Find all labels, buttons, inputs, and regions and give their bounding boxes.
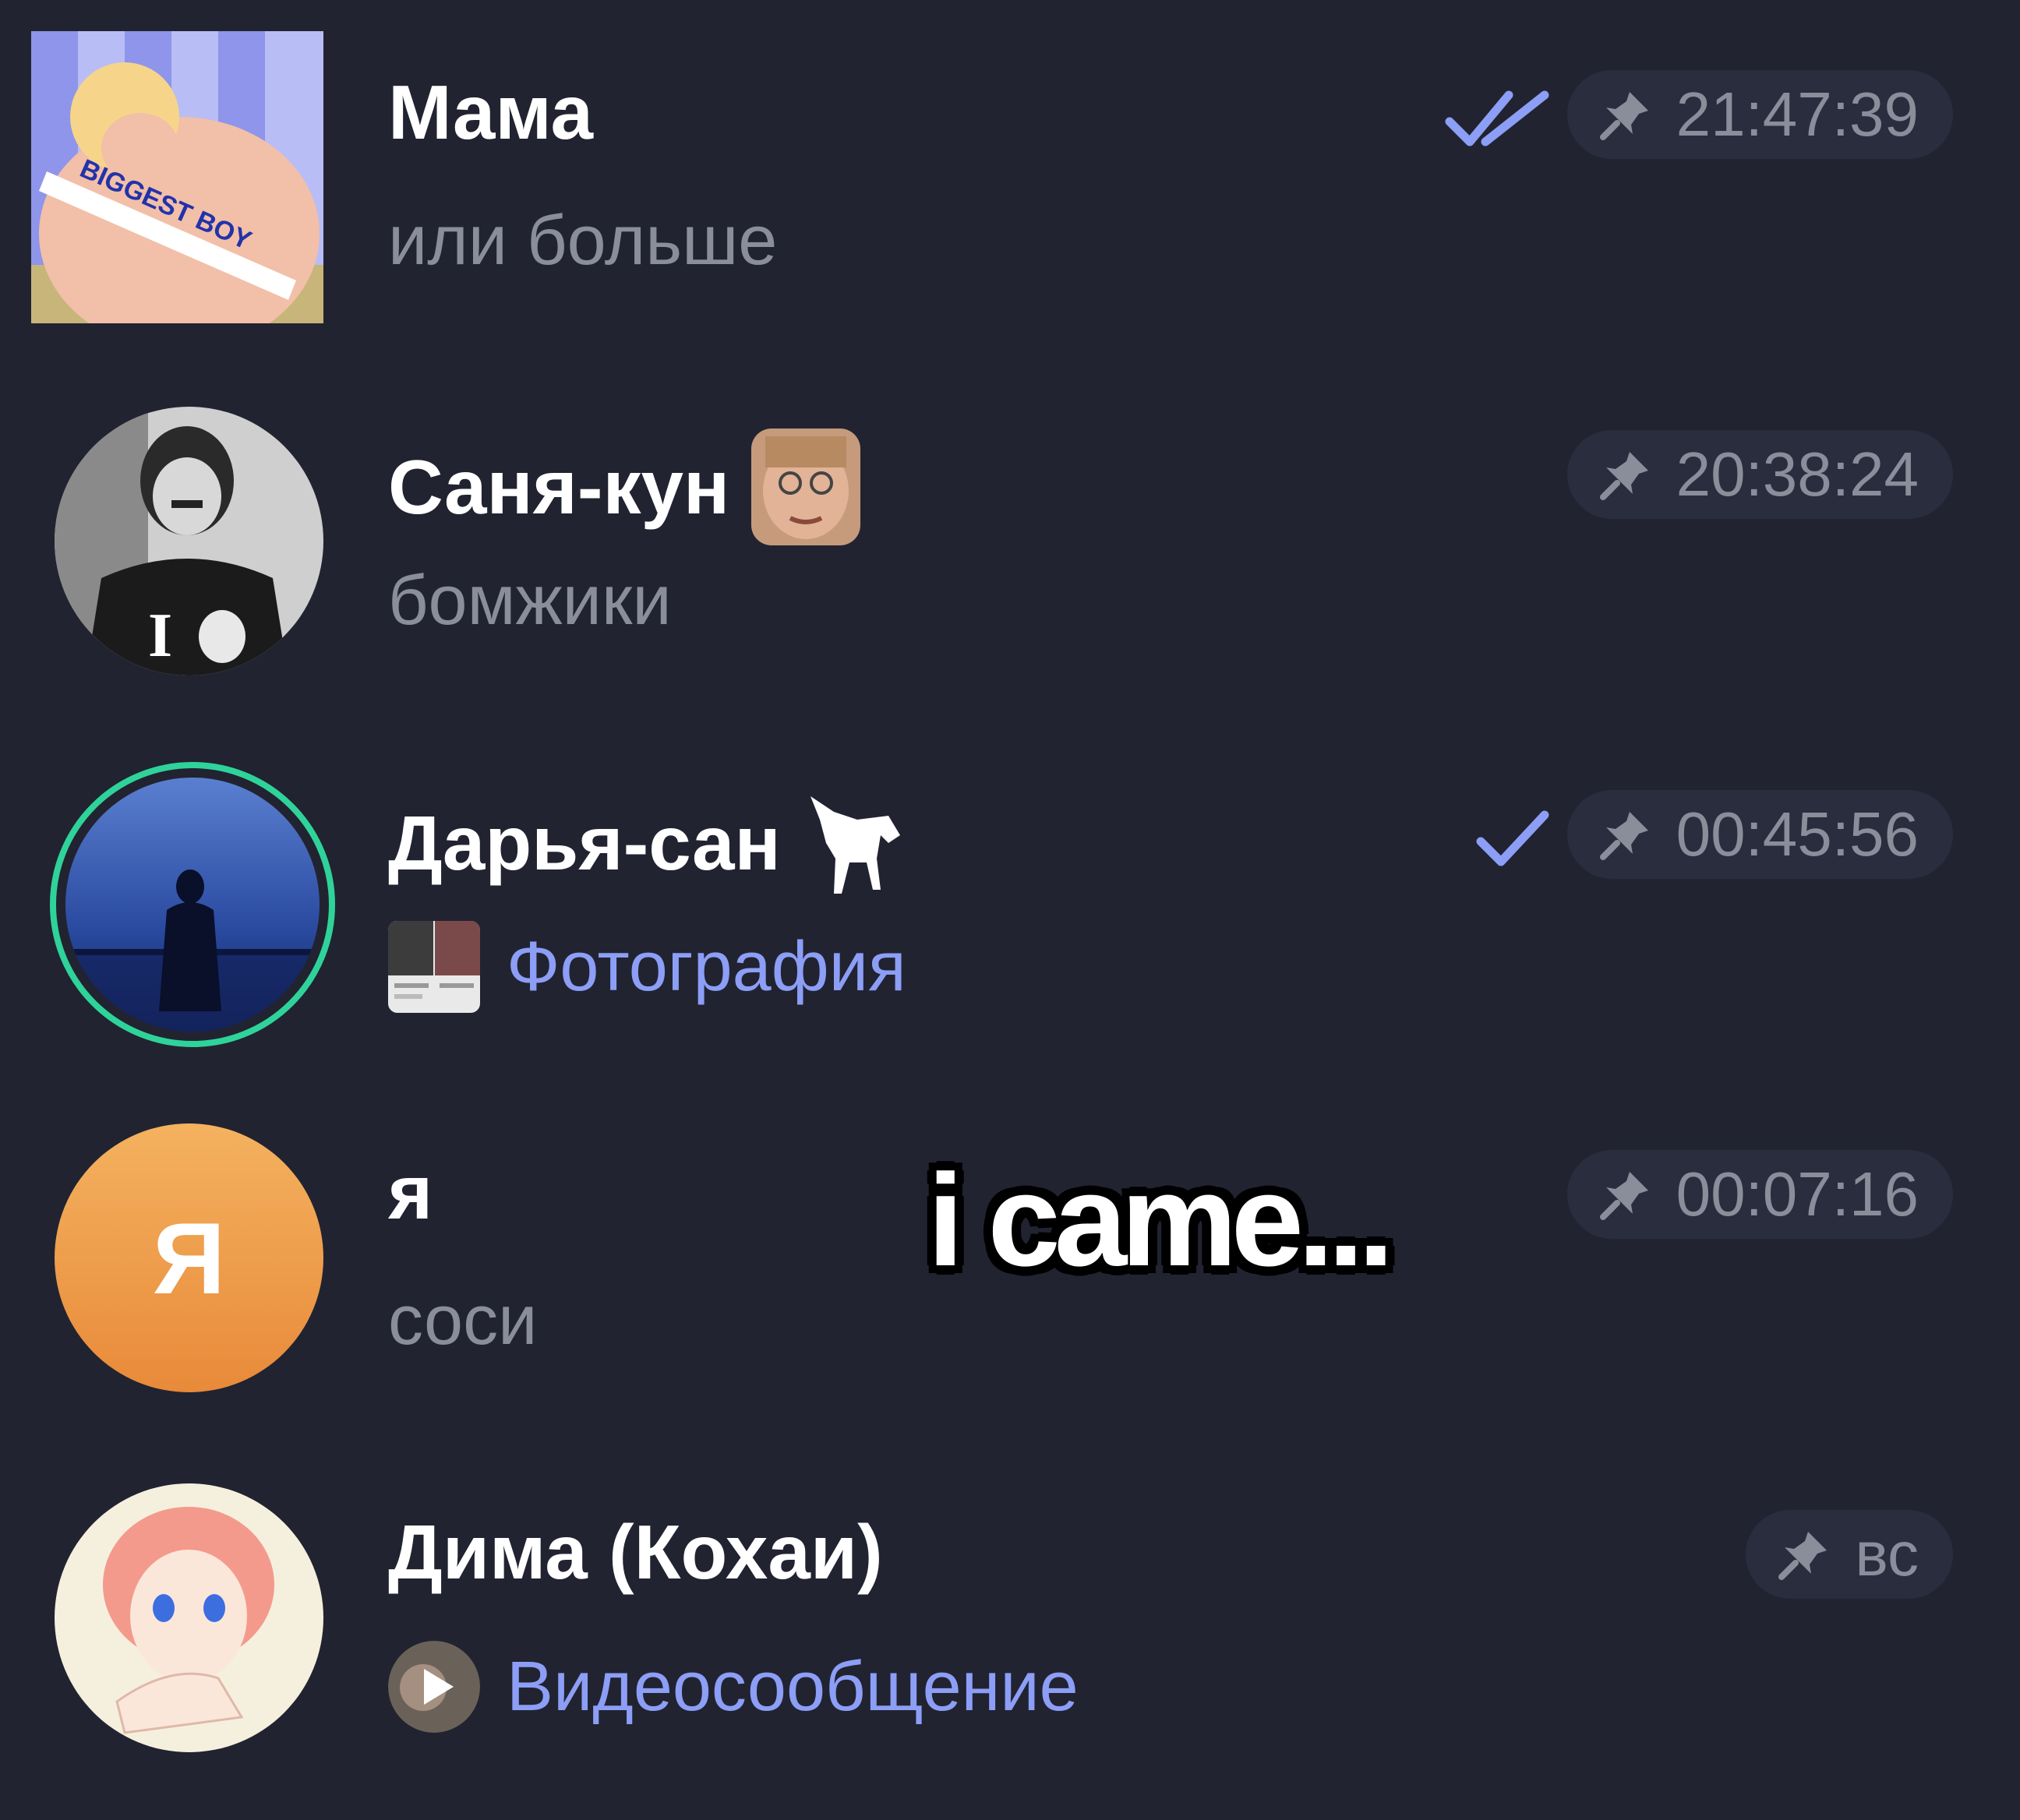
- chat-name: я: [388, 1149, 433, 1235]
- avatar: I: [55, 407, 323, 675]
- svg-text:I: I: [148, 601, 172, 670]
- time-badge: 00:45:56: [1566, 790, 1953, 879]
- horse-emoji-icon: [810, 796, 900, 894]
- avatar-image: I: [55, 407, 323, 675]
- chat-time: 20:38:24: [1676, 439, 1919, 509]
- chat-name: Саня-кун: [388, 429, 861, 545]
- avatar: BIGGEST BOY: [31, 31, 323, 323]
- time-badge: вс: [1746, 1510, 1953, 1599]
- chat-preview: Видеосообщение: [388, 1641, 1079, 1733]
- avatar-image: BIGGEST BOY: [31, 31, 323, 323]
- time-badge: 21:47:39: [1566, 70, 1953, 159]
- check-icon: [1476, 810, 1549, 866]
- chat-preview: соси: [388, 1282, 538, 1360]
- overlay-caption: i came...: [927, 1147, 1394, 1293]
- chat-time: 21:47:39: [1676, 79, 1919, 149]
- chat-time: 00:07:16: [1676, 1159, 1919, 1229]
- pin-icon: [1778, 1532, 1828, 1580]
- chat-name: Дарья-сан: [388, 788, 904, 898]
- pin-icon: [1599, 1172, 1648, 1220]
- time-badge: 20:38:24: [1566, 430, 1953, 519]
- chat-row-dima[interactable]: Дима (Кохаи) Видеосообщение вс: [0, 1440, 2020, 1798]
- chat-preview: бомжики: [388, 562, 672, 640]
- avatar: Я: [55, 1123, 323, 1392]
- avatar-letter: Я: [152, 1201, 226, 1315]
- avatar-image: [65, 778, 320, 1032]
- chat-row-sanya[interactable]: I Саня-кун бомжики 20:38:24: [0, 360, 2020, 718]
- avatar: [55, 1483, 323, 1752]
- pin-icon: [1599, 92, 1648, 140]
- story-ring[interactable]: [50, 762, 335, 1047]
- avatar: [65, 778, 320, 1032]
- double-check-icon: [1445, 90, 1549, 146]
- avatar-image: [55, 1483, 323, 1752]
- chat-list: BIGGEST BOY Мама или больше 21:47:39 I С…: [0, 0, 2020, 1820]
- chat-time: 00:45:56: [1676, 799, 1919, 869]
- chat-row-mama[interactable]: BIGGEST BOY Мама или больше 21:47:39: [0, 0, 2020, 358]
- chat-name: Мама: [388, 69, 594, 155]
- chat-row-darya[interactable]: Дарья-сан Фотография 00:45:56: [0, 720, 2020, 1078]
- chat-name: Дима (Кохаи): [388, 1509, 883, 1595]
- pin-icon: [1599, 452, 1648, 500]
- chat-preview: Фотография: [388, 921, 906, 1013]
- time-badge: 00:07:16: [1566, 1150, 1953, 1239]
- video-message-thumbnail: [388, 1641, 480, 1733]
- face-emoji-icon: [751, 429, 861, 545]
- pin-icon: [1599, 812, 1648, 860]
- chat-preview: или больше: [388, 202, 778, 280]
- chat-time: вс: [1855, 1519, 1919, 1589]
- photo-thumbnail: [388, 921, 480, 1013]
